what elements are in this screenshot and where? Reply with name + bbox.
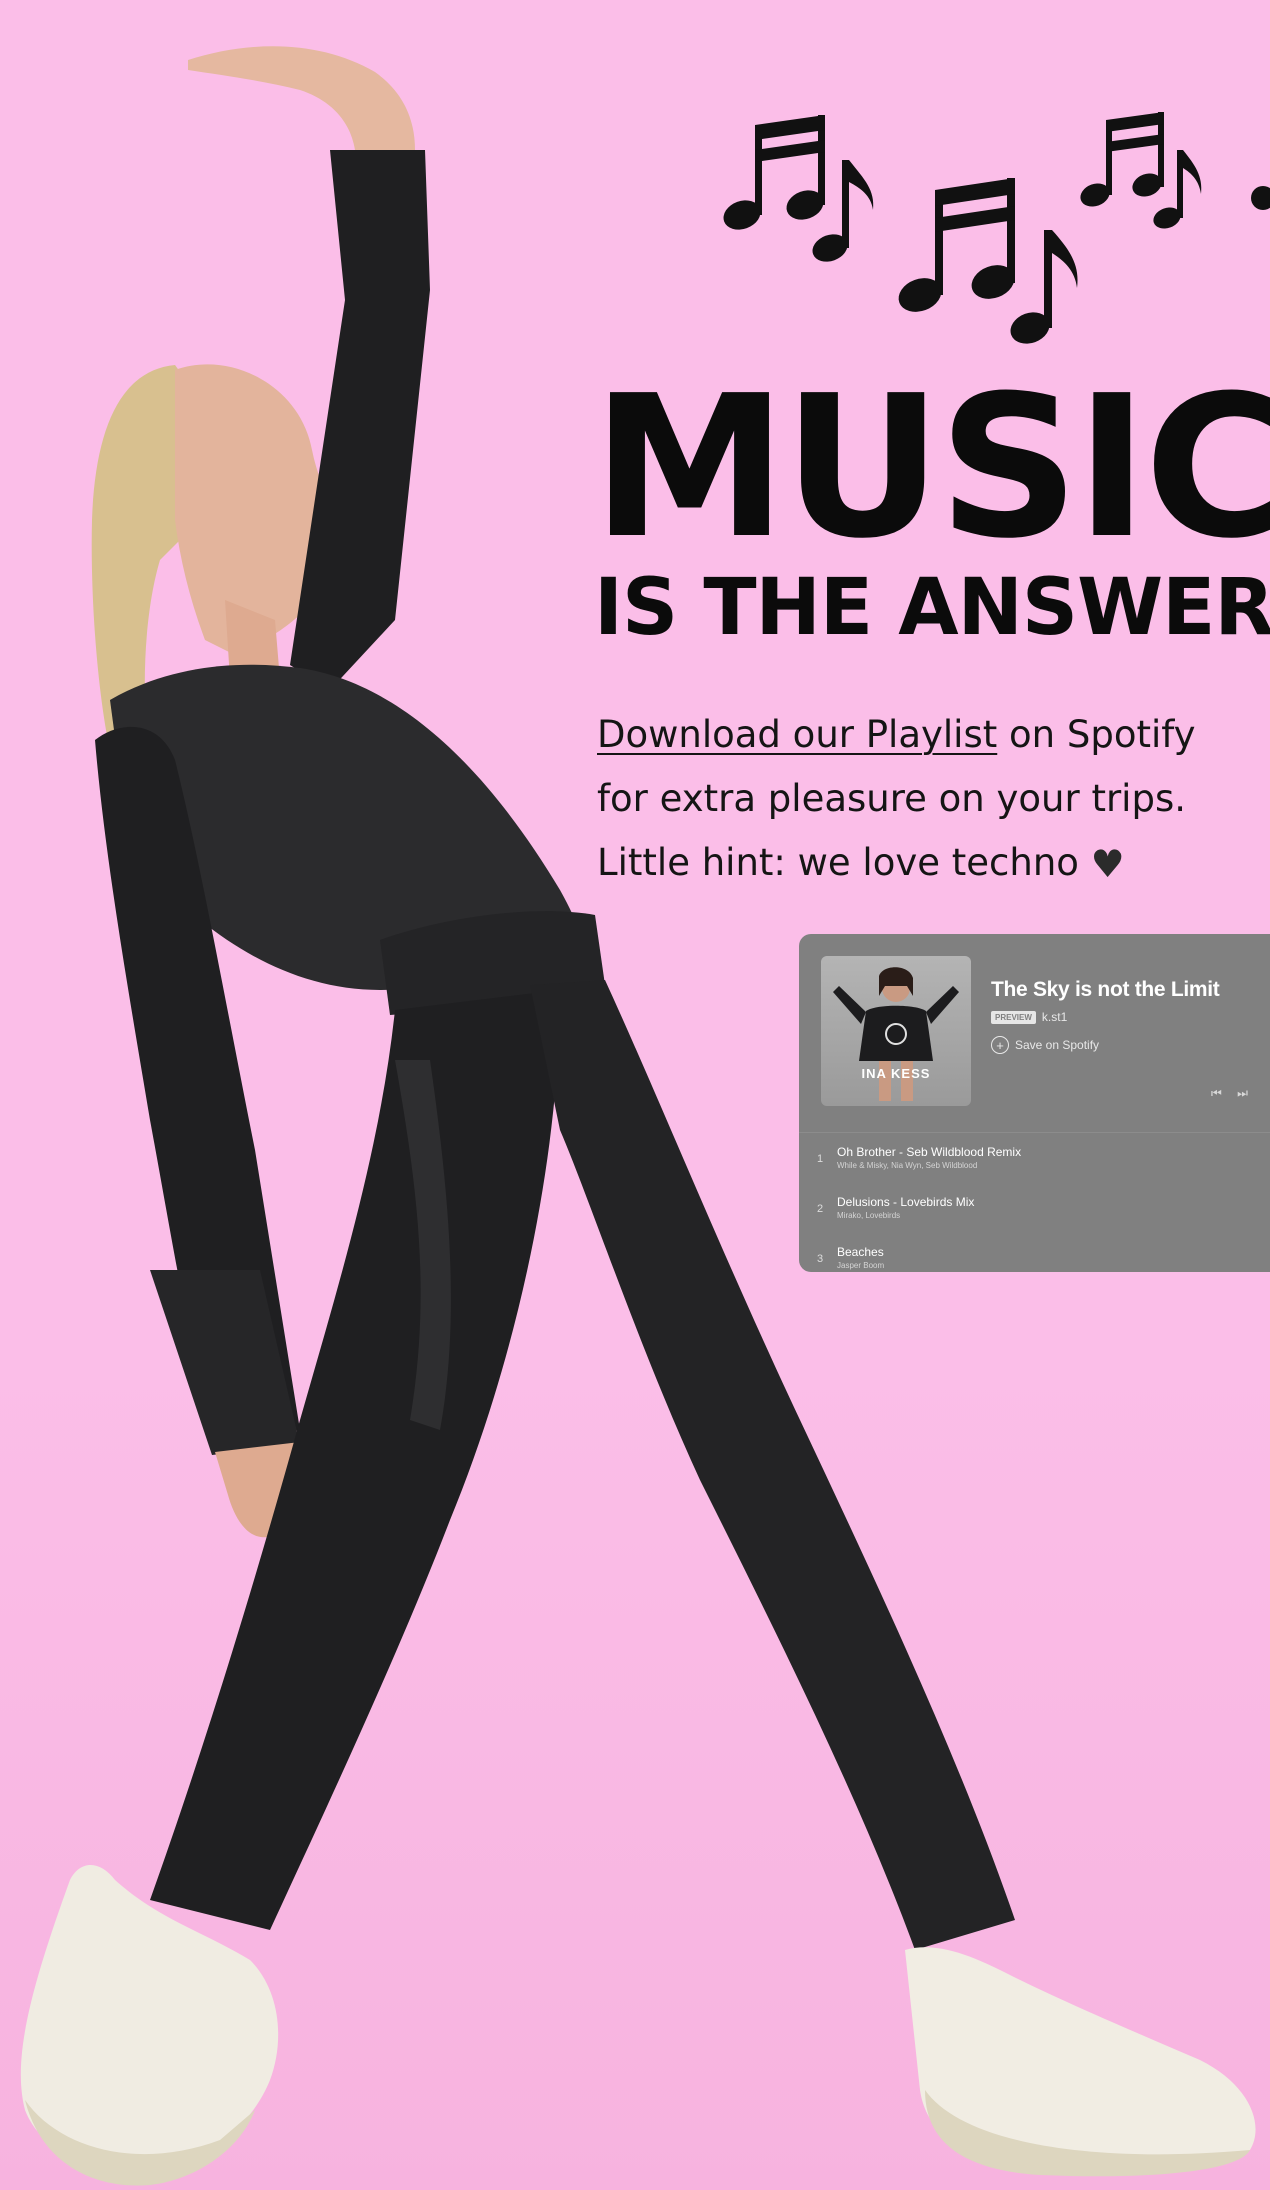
preview-badge: PREVIEW [991, 1010, 1036, 1024]
skip-controls-icon[interactable]: ⏮ ⏭ [1211, 1086, 1254, 1101]
track-title: Oh Brother - Seb Wildblood Remix [837, 1145, 1022, 1159]
playlist-title[interactable]: The Sky is not the Limit [991, 978, 1220, 1002]
cover-label: INA KESS [861, 1066, 931, 1081]
track-row[interactable]: 2 Delusions - Lovebirds Mix Mirako, Love… [799, 1183, 1270, 1233]
heart-icon: ♥ [1090, 842, 1125, 886]
intro-line-2: for extra pleasure on your trips. [597, 777, 1186, 820]
cover-artist-illustration [833, 967, 959, 1101]
save-on-spotify-button[interactable]: + Save on Spotify [991, 1036, 1099, 1054]
save-label: Save on Spotify [1015, 1038, 1100, 1052]
track-number: 3 [817, 1253, 824, 1265]
music-notes-icon [715, 110, 1270, 370]
track-list: 1 Oh Brother - Seb Wildblood Remix While… [799, 1132, 1270, 1272]
track-row[interactable]: 3 Beaches Jasper Boom [799, 1233, 1270, 1272]
plus-circle-icon: + [991, 1036, 1009, 1054]
track-artists: Jasper Boom [837, 1261, 885, 1270]
playlist-cover[interactable]: INA KESS [821, 956, 971, 1106]
intro-text: Download our Playlist on Spotify for ext… [597, 703, 1270, 896]
track-artists: Mirako, Lovebirds [837, 1211, 901, 1220]
track-number: 1 [817, 1153, 824, 1165]
headline-subtitle: IS THE ANSWER [594, 563, 1270, 653]
track-title: Beaches [837, 1245, 884, 1259]
spotify-playlist-embed[interactable]: INA KESS The Sky is not the Limit PREVIE… [799, 934, 1270, 1272]
track-row[interactable]: 1 Oh Brother - Seb Wildblood Remix While… [799, 1133, 1270, 1183]
intro-line-3-text: Little hint: we love techno [597, 841, 1079, 884]
track-number: 2 [817, 1203, 824, 1215]
intro-line-1-rest: on Spotify [997, 713, 1196, 756]
track-title: Delusions - Lovebirds Mix [837, 1195, 975, 1209]
playlist-meta: PREVIEW k.st1 [991, 1010, 1067, 1024]
intro-line-1: Download our Playlist on Spotify [597, 703, 1270, 767]
download-playlist-link[interactable]: Download our Playlist [597, 713, 997, 756]
intro-line-3: Little hint: we love techno ♥ [597, 831, 1270, 896]
headline-music: MUSIC [592, 354, 1270, 582]
playlist-owner[interactable]: k.st1 [1042, 1010, 1067, 1024]
track-artists: While & Misky, Nia Wyn, Seb Wildblood [837, 1161, 978, 1170]
